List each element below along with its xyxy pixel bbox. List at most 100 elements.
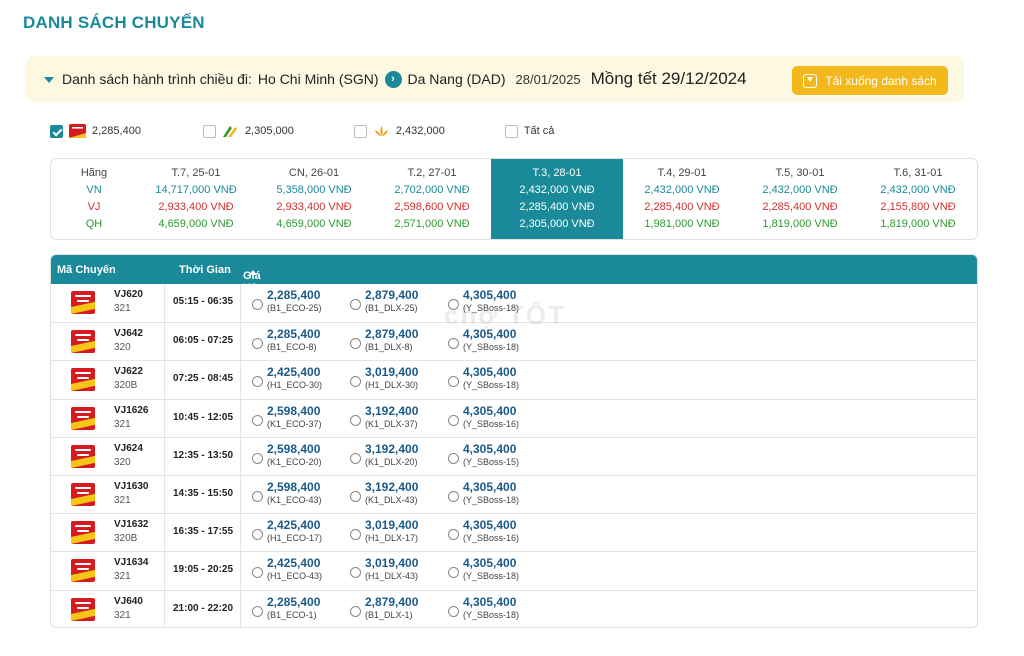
fare-price: 2,598,400: [267, 479, 321, 494]
fare-price: 4,305,400: [463, 556, 517, 571]
vj-price: 2,285,400 VNĐ: [762, 201, 838, 213]
vietjet-logo-icon: [71, 559, 95, 583]
watermark: chợ TỐT: [444, 300, 567, 330]
week-day-column[interactable]: T.5, 30-01 2,432,000 VNĐ 2,285,400 VNĐ 1…: [741, 159, 859, 239]
fare-radio[interactable]: [252, 376, 263, 388]
fare-radio[interactable]: [252, 605, 263, 617]
fare-radio[interactable]: [448, 414, 459, 426]
fare-price: 4,305,400: [463, 441, 517, 456]
fare-radio[interactable]: [350, 529, 361, 541]
fare-radio[interactable]: [252, 490, 263, 502]
fare-radio[interactable]: [252, 299, 263, 310]
week-day-column-selected[interactable]: T.3, 28-01 2,432,000 VNĐ 2,285,400 VNĐ 2…: [491, 159, 623, 239]
fare-radio[interactable]: [448, 376, 459, 388]
filter-vj[interactable]: 2,285,400: [50, 124, 141, 138]
column-divider: [240, 284, 241, 323]
flight-row: VJ622 320B 07:25 - 08:45 2,425,400 (H1_ECO-3…: [51, 360, 977, 399]
fare-price: 3,019,400: [365, 556, 419, 571]
fare-class-code: (B1_ECO-1): [267, 609, 317, 620]
airline-vj: VJ: [87, 201, 101, 213]
vj-price: 2,598,600 VNĐ: [394, 201, 470, 213]
fare-price: 4,305,400: [463, 479, 517, 494]
vn-price: 2,702,000 VNĐ: [394, 184, 470, 196]
flight-row: VJ624 320 12:35 - 13:50 2,598,400 (K1_ECO-20…: [51, 436, 977, 475]
fare-radio[interactable]: [350, 414, 361, 426]
fare-radio[interactable]: [448, 529, 459, 541]
week-day-column[interactable]: CN, 26-01 5,358,000 VNĐ 2,933,400 VNĐ 4,…: [255, 159, 373, 239]
route-date: 28/01/2025: [515, 71, 581, 87]
vietjet-logo-icon: [71, 597, 95, 621]
fare-class-code: (Y_SBoss-16): [463, 418, 520, 429]
fare-class-code: (B1_ECO-8): [267, 342, 317, 353]
week-day-column[interactable]: T.2, 27-01 2,702,000 VNĐ 2,598,600 VNĐ 2…: [373, 159, 491, 239]
fare-class-code: (B1_DLX-25): [365, 303, 418, 313]
filter-checkbox[interactable]: [202, 124, 216, 138]
airline-filters: 2,285,400 2,305,000 2,432,000 Tất cả: [50, 124, 554, 138]
vietjet-logo-icon: [71, 406, 95, 430]
filter-qh[interactable]: 2,305,000: [202, 124, 294, 138]
fare-class-code: (K1_DLX-37): [365, 418, 418, 429]
airline-header: Hãng: [80, 167, 108, 179]
fare-radio[interactable]: [350, 452, 361, 464]
fare-radio[interactable]: [350, 376, 361, 388]
aircraft-type: 321: [114, 418, 131, 430]
fare-price: 3,192,400: [365, 403, 419, 418]
download-list-button[interactable]: Tải xuống danh sách: [792, 66, 948, 95]
filter-checkbox[interactable]: [353, 124, 367, 138]
column-divider: [240, 475, 241, 514]
fare-radio[interactable]: [448, 490, 459, 502]
fare-radio[interactable]: [252, 452, 263, 464]
week-day-column[interactable]: T.4, 29-01 2,432,000 VNĐ 2,285,400 VNĐ 1…: [623, 159, 741, 239]
fare-radio[interactable]: [252, 529, 263, 541]
fare-class-code: (K1_ECO-20): [267, 456, 322, 467]
filter-checkbox[interactable]: [50, 124, 63, 138]
fare-radio[interactable]: [448, 605, 459, 617]
fare-radio[interactable]: [252, 414, 263, 426]
vietjet-logo-icon: [71, 330, 95, 354]
week-day-column[interactable]: T.7, 25-01 14,717,000 VNĐ 2,933,400 VNĐ …: [137, 159, 255, 239]
qh-price: 4,659,000 VNĐ: [158, 218, 234, 230]
vj-price: 2,285,400 VNĐ: [644, 201, 720, 213]
sort-asc-icon[interactable]: [249, 269, 257, 275]
flight-time: 10:45 - 12:05: [173, 411, 234, 423]
fare-price: 2,879,400: [365, 288, 419, 302]
fare-price: 3,192,400: [365, 479, 419, 494]
filter-checkbox[interactable]: [504, 124, 518, 138]
fare-radio[interactable]: [252, 338, 263, 350]
week-day-column[interactable]: T.6, 31-01 2,432,000 VNĐ 2,155,800 VNĐ 1…: [859, 159, 977, 239]
day-label: T.2, 27-01: [407, 167, 457, 179]
lotus-logo-icon: [374, 126, 388, 136]
filter-all[interactable]: Tất cả: [504, 124, 555, 138]
aircraft-type: 320B: [114, 380, 138, 392]
fare-radio[interactable]: [350, 338, 361, 350]
column-divider: [240, 552, 241, 590]
filter-label: Tất cả: [523, 125, 555, 137]
fare-price: 2,598,400: [267, 441, 321, 456]
fare-radio[interactable]: [448, 567, 459, 579]
fare-radio[interactable]: [350, 299, 361, 310]
caret-down-icon[interactable]: [44, 76, 54, 83]
day-label: T.7, 25-01: [171, 167, 221, 179]
fare-radio[interactable]: [350, 605, 361, 617]
fare-class-code: (H1_ECO-30): [267, 380, 323, 391]
fare-radio[interactable]: [448, 452, 459, 464]
fare-class-code: (Y_SBoss-18): [463, 609, 520, 620]
filter-vn[interactable]: 2,432,000: [353, 124, 445, 138]
fare-class-code: (H1_DLX-43): [365, 571, 419, 582]
flight-rows: VJ620 321 05:15 - 06:35 2,285,400 (B1_ECO-25…: [51, 284, 977, 627]
fare-price: 3,019,400: [365, 365, 419, 380]
fare-radio[interactable]: [350, 490, 361, 502]
fare-radio[interactable]: [252, 567, 263, 579]
bamboo-logo-icon: [222, 126, 237, 137]
fare-price: 3,192,400: [365, 441, 419, 456]
aircraft-type: 321: [114, 303, 131, 314]
fare-class-code: (H1_ECO-17): [267, 533, 323, 544]
vj-price: 2,933,400 VNĐ: [158, 201, 234, 213]
vn-price: 5,358,000 VNĐ: [276, 184, 352, 196]
flight-code: VJ620: [114, 289, 143, 300]
fare-radio[interactable]: [350, 567, 361, 579]
column-divider: [164, 514, 165, 552]
col-time-header: Thời Gian: [179, 263, 231, 276]
fare-radio[interactable]: [448, 338, 459, 350]
column-divider: [164, 590, 165, 627]
